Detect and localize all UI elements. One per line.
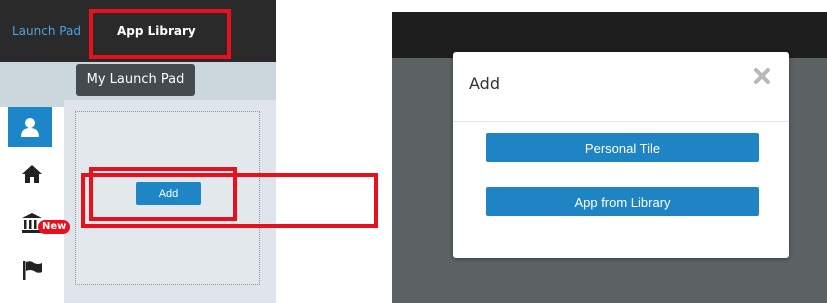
highlight-app-library-tab [89, 9, 231, 59]
rail-item-person[interactable] [8, 107, 52, 147]
add-dialog: Add Personal Tile App from Library [453, 52, 789, 258]
dialog-divider [453, 121, 789, 122]
dialog-title: Add [469, 74, 500, 93]
flag-icon [23, 260, 42, 280]
home-icon [22, 164, 42, 183]
personal-tile-button[interactable]: Personal Tile [486, 133, 759, 162]
new-badge: New [38, 220, 71, 234]
icon-rail [0, 107, 64, 303]
highlight-app-from-library-button [81, 173, 378, 228]
tab-launch-pad[interactable]: Launch Pad [12, 24, 81, 38]
add-dialog-screen: Add Personal Tile App from Library [392, 12, 827, 303]
close-x-glyph [754, 68, 770, 84]
rail-item-home[interactable] [0, 152, 64, 195]
close-icon[interactable] [750, 64, 774, 88]
app-from-library-button[interactable]: App from Library [486, 187, 759, 216]
tooltip-my-launch-pad: My Launch Pad [76, 64, 195, 96]
person-icon [21, 118, 39, 137]
rail-item-flag[interactable] [0, 248, 64, 291]
launch-pad-screen: Launch Pad App Library My Launch Pad New… [0, 0, 276, 303]
